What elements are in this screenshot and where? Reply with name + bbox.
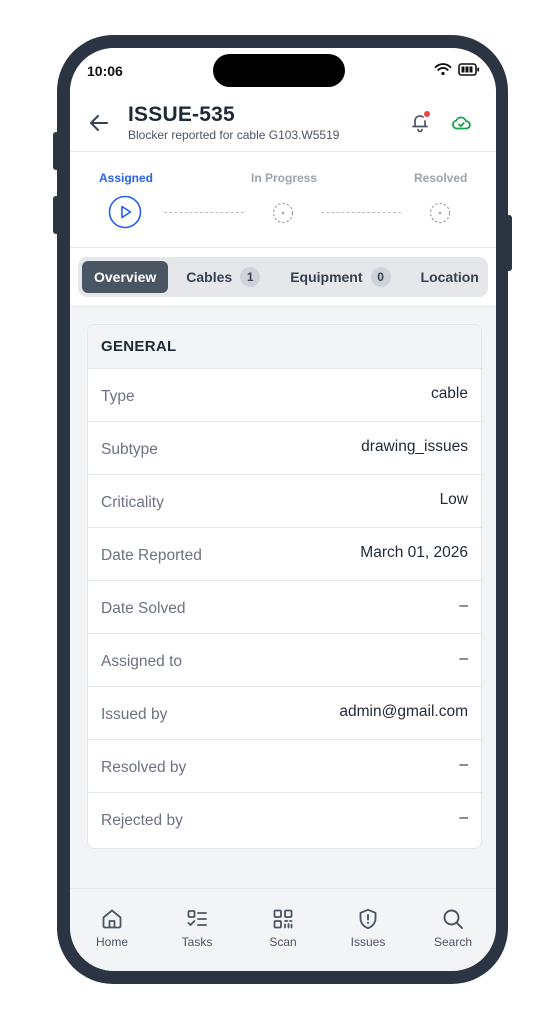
notification-dot — [424, 111, 430, 117]
tab-overview-label: Overview — [94, 269, 157, 285]
nav-tasks[interactable]: Tasks — [162, 907, 232, 949]
step-resolved-label: Resolved — [414, 171, 468, 185]
play-circle-icon — [108, 195, 142, 229]
battery-icon — [458, 62, 480, 76]
detail-label: Subtype — [101, 440, 158, 458]
status-icons — [434, 62, 480, 76]
detail-label: Issued by — [101, 705, 168, 723]
step-assigned-label: Assigned — [99, 171, 154, 185]
home-icon — [102, 909, 122, 929]
detail-value: admin@gmail.com — [339, 702, 468, 720]
detail-value: March 01, 2026 — [360, 543, 468, 561]
detail-label: Date Reported — [101, 546, 202, 564]
back-arrow-icon[interactable] — [88, 112, 110, 134]
wifi-icon — [434, 63, 452, 76]
tab-equipment-label: Equipment — [290, 269, 363, 285]
nav-scan-label: Scan — [269, 935, 297, 949]
tabs-divider — [70, 306, 496, 307]
step-in-progress-label: In Progress — [251, 171, 318, 185]
pending-circle-icon — [272, 202, 294, 224]
issue-subtitle: Blocker reported for cable G103.W5519 — [128, 128, 340, 142]
detail-row-rejected-by: Rejected by – — [88, 793, 481, 846]
nav-search-label: Search — [433, 935, 473, 949]
detail-value: – — [459, 809, 468, 826]
detail-value: – — [459, 755, 468, 773]
detail-label: Rejected by — [101, 812, 183, 829]
detail-row-criticality: Criticality Low — [88, 475, 481, 528]
detail-label: Type — [101, 387, 135, 405]
tasks-icon — [187, 910, 207, 926]
detail-label: Date Solved — [101, 599, 186, 617]
pending-circle-icon — [429, 202, 451, 224]
detail-row-issued-by: Issued by admin@gmail.com — [88, 687, 481, 740]
tabs-container: Overview Cables 1 Equipment 0 Location — [70, 248, 496, 306]
nav-tasks-label: Tasks — [181, 935, 213, 949]
nav-scan[interactable]: Scan — [248, 907, 318, 949]
nav-home-label: Home — [95, 935, 128, 949]
tab-overview[interactable]: Overview — [82, 261, 169, 293]
app-header: 10:06 ISSUE-535 Blocker reported for cab… — [70, 48, 496, 151]
detail-row-assigned-to: Assigned to – — [88, 634, 481, 687]
detail-value: drawing_issues — [361, 437, 468, 455]
nav-home[interactable]: Home — [77, 907, 147, 949]
tab-cables-count: 1 — [240, 267, 261, 287]
bottom-navigation: Home Tasks Scan Issues Search — [70, 888, 496, 971]
phone-screen: 10:06 ISSUE-535 Blocker reported for cab… — [70, 48, 496, 971]
tab-cables[interactable]: Cables 1 — [174, 261, 272, 293]
detail-row-date-solved: Date Solved – — [88, 581, 481, 634]
progress-stepper: Assigned In Progress Resolved — [70, 152, 496, 247]
issue-title: ISSUE-535 — [128, 103, 235, 126]
general-card: GENERAL Type cable Subtype drawing_issue… — [87, 324, 482, 849]
detail-value: – — [459, 649, 468, 667]
tab-equipment[interactable]: Equipment 0 — [278, 261, 402, 293]
general-heading: GENERAL — [88, 325, 481, 369]
detail-row-resolved-by: Resolved by – — [88, 740, 481, 793]
detail-label: Criticality — [101, 493, 164, 511]
detail-value: cable — [430, 384, 468, 402]
detail-row-date-reported: Date Reported March 01, 2026 — [88, 528, 481, 581]
status-time: 10:06 — [87, 63, 123, 79]
detail-label: Resolved by — [101, 758, 187, 776]
detail-value: – — [459, 596, 468, 614]
detail-row-type: Type cable — [88, 369, 481, 422]
qr-scan-icon — [273, 909, 293, 929]
nav-issues-label: Issues — [350, 935, 386, 949]
cloud-sync-icon[interactable] — [450, 112, 472, 134]
search-icon — [443, 909, 463, 929]
detail-row-subtype: Subtype drawing_issues — [88, 422, 481, 475]
tab-equipment-count: 0 — [370, 267, 391, 287]
step-connector-2 — [321, 212, 401, 213]
nav-search[interactable]: Search — [418, 907, 488, 949]
detail-label: Assigned to — [101, 652, 182, 670]
tab-location[interactable]: Location — [409, 261, 488, 293]
tab-cables-label: Cables — [186, 269, 233, 285]
tab-location-label: Location — [420, 269, 479, 285]
tab-bar: Overview Cables 1 Equipment 0 Location — [78, 257, 488, 297]
nav-issues[interactable]: Issues — [333, 907, 403, 949]
step-connector-1 — [164, 212, 244, 213]
shield-alert-icon — [359, 908, 377, 930]
detail-value: Low — [439, 490, 468, 508]
dynamic-island — [213, 54, 345, 87]
